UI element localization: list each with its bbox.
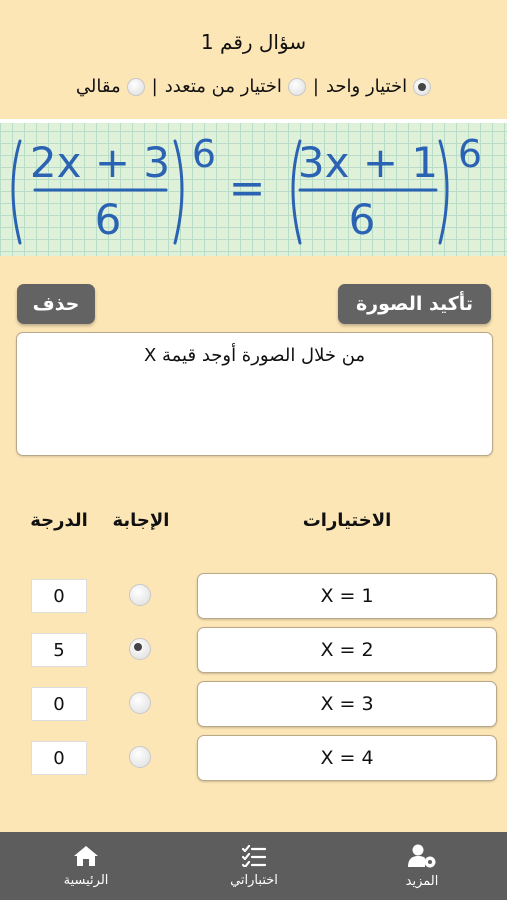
nav-home[interactable]: الرئيسية <box>50 832 122 900</box>
question-title: سؤال رقم 1 <box>200 30 307 54</box>
answer-header: الإجابة <box>112 510 170 531</box>
nav-tests[interactable]: اختباراتي <box>218 832 290 900</box>
type-essay-label: مقالي <box>75 76 121 97</box>
question-type-selector: اختيار واحد | اختيار من متعدد | مقالي <box>0 76 507 97</box>
home-icon <box>74 845 98 866</box>
nav-tests-label: اختباراتي <box>230 872 278 888</box>
choice-input[interactable]: X = 4 <box>197 735 497 781</box>
choice-row: 0 X = 3 <box>0 680 507 728</box>
right-denominator: 6 <box>349 195 376 244</box>
choice-input[interactable]: X = 2 <box>197 627 497 673</box>
choice-row: 0 X = 1 <box>0 572 507 620</box>
checklist-icon <box>242 844 266 867</box>
equals-sign: = <box>229 163 266 214</box>
bottom-navigation: الرئيسية اختباراتي المزيد <box>0 832 507 900</box>
left-denominator: 6 <box>95 195 122 244</box>
choice-input[interactable]: X = 3 <box>197 681 497 727</box>
type-essay[interactable]: مقالي <box>76 76 145 97</box>
left-exponent: 6 <box>192 132 216 176</box>
confirm-image-button[interactable]: تأكيد الصورة <box>338 284 491 324</box>
nav-more-label: المزيد <box>405 873 439 889</box>
left-numerator: 2x + 3 <box>30 138 170 187</box>
left-paren-open <box>11 139 22 245</box>
grade-header: الدرجة <box>30 510 88 531</box>
nav-home-label: الرئيسية <box>63 872 109 888</box>
grade-input[interactable]: 5 <box>31 633 87 667</box>
choices-header: الاختيارات <box>302 510 392 531</box>
type-single-choice[interactable]: اختيار واحد <box>325 76 432 97</box>
right-numerator: 3x + 1 <box>298 138 438 187</box>
answer-radio[interactable] <box>129 692 151 714</box>
right-exponent: 6 <box>458 132 482 176</box>
type-single-choice-label: اختيار واحد <box>325 76 408 97</box>
nav-more[interactable]: المزيد <box>386 832 458 900</box>
type-separator: | <box>312 76 319 97</box>
type-multiple-choice-label: اختيار من متعدد <box>164 76 282 97</box>
radio-multiple-choice[interactable] <box>287 77 306 96</box>
choice-row: 0 X = 4 <box>0 734 507 782</box>
type-separator: | <box>151 76 158 97</box>
grade-input[interactable]: 0 <box>31 687 87 721</box>
choice-row: 5 X = 2 <box>0 626 507 674</box>
radio-essay[interactable] <box>126 77 145 96</box>
left-paren-close <box>173 139 184 245</box>
answer-radio[interactable] <box>129 746 151 768</box>
user-gear-icon <box>408 844 436 867</box>
equation-drawing: 2x + 3 6 6 = 3x + 1 6 6 <box>11 132 482 245</box>
answer-radio[interactable] <box>129 638 151 660</box>
choice-input[interactable]: X = 1 <box>197 573 497 619</box>
right-paren-close <box>438 139 449 245</box>
answer-radio[interactable] <box>129 584 151 606</box>
radio-single-choice[interactable] <box>413 77 432 96</box>
question-text-field[interactable]: من خلال الصورة أوجد قيمة X <box>16 332 493 456</box>
question-text: من خلال الصورة أوجد قيمة X <box>143 345 366 366</box>
type-multiple-choice[interactable]: اختيار من متعدد <box>165 76 306 97</box>
equation-image: 2x + 3 6 6 = 3x + 1 6 6 <box>0 119 507 256</box>
delete-button[interactable]: حذف <box>17 284 95 324</box>
grade-input[interactable]: 0 <box>31 741 87 775</box>
grade-input[interactable]: 0 <box>31 579 87 613</box>
